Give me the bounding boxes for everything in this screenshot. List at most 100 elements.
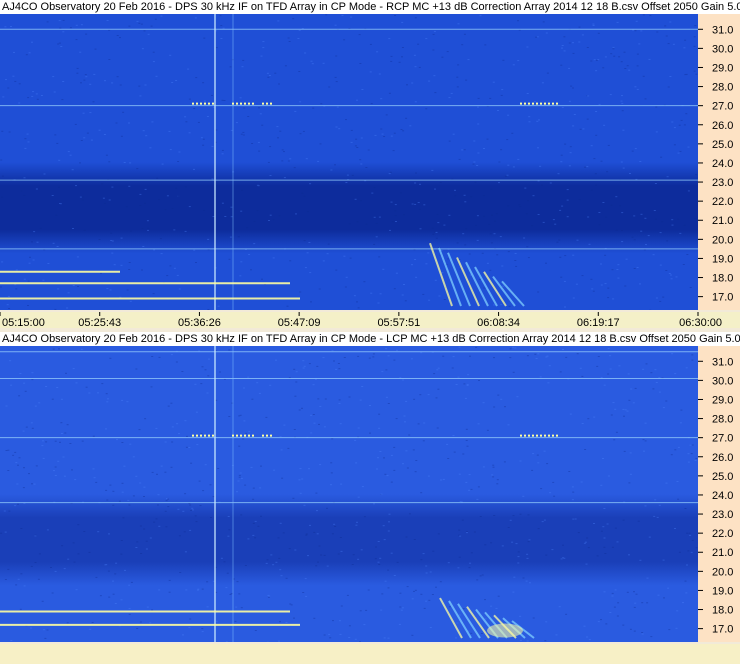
noise-pixel	[359, 641, 361, 642]
noise-pixel	[378, 564, 381, 565]
noise-pixel	[656, 516, 659, 518]
noise-pixel	[76, 67, 79, 69]
noise-pixel	[569, 146, 572, 148]
noise-pixel	[369, 432, 371, 434]
x-tick-label: 06:19:17	[577, 317, 620, 328]
noise-pixel	[437, 388, 440, 390]
noise-pixel	[107, 398, 109, 400]
noise-pixel	[312, 384, 315, 386]
noise-pixel	[624, 285, 627, 287]
noise-pixel	[120, 540, 123, 541]
noise-pixel	[363, 516, 366, 518]
noise-pixel	[125, 206, 128, 208]
noise-pixel	[234, 620, 237, 622]
noise-pixel	[30, 565, 33, 567]
noise-pixel	[411, 203, 414, 205]
noise-pixel	[410, 358, 413, 360]
noise-pixel	[519, 206, 522, 208]
noise-pixel	[339, 633, 342, 635]
noise-pixel	[334, 526, 337, 527]
noise-pixel	[274, 72, 277, 74]
noise-pixel	[581, 375, 584, 377]
noise-pixel	[85, 76, 88, 78]
noise-pixel	[653, 515, 656, 517]
noise-pixel	[613, 439, 616, 441]
noise-pixel	[39, 227, 42, 229]
noise-pixel	[302, 130, 305, 132]
noise-pixel	[376, 51, 379, 53]
noise-pixel	[568, 67, 571, 69]
noise-pixel	[653, 210, 656, 211]
noise-pixel	[604, 553, 607, 554]
noise-pixel	[201, 631, 204, 633]
noise-pixel	[88, 392, 91, 394]
noise-pixel	[596, 365, 599, 367]
noise-pixel	[335, 55, 338, 57]
noise-pixel	[0, 286, 2, 288]
noise-pixel	[595, 134, 598, 136]
noise-pixel	[685, 113, 688, 115]
noise-pixel	[109, 357, 112, 359]
noise-pixel	[687, 461, 690, 463]
noise-pixel	[43, 249, 46, 251]
noise-pixel	[590, 145, 593, 147]
noise-pixel	[76, 256, 79, 258]
noise-pixel	[452, 356, 455, 358]
noise-pixel	[316, 533, 319, 535]
noise-pixel	[153, 249, 156, 251]
noise-pixel	[106, 401, 109, 403]
noise-pixel	[388, 38, 391, 40]
noise-pixel	[545, 554, 548, 556]
noise-pixel	[495, 607, 498, 609]
noise-pixel	[387, 637, 390, 639]
noise-pixel	[645, 244, 647, 246]
noise-pixel	[578, 26, 581, 28]
noise-pixel	[112, 593, 115, 595]
noise-pixel	[617, 277, 620, 279]
spectrogram-background	[0, 346, 698, 642]
noise-pixel	[348, 637, 351, 638]
noise-pixel	[267, 594, 270, 596]
noise-pixel	[595, 59, 598, 61]
noise-pixel	[164, 441, 167, 443]
noise-pixel	[654, 499, 657, 501]
y-tick-label: 24.0	[712, 490, 733, 502]
noise-pixel	[561, 45, 564, 46]
noise-pixel	[320, 554, 323, 556]
noise-pixel	[441, 272, 444, 274]
noise-pixel	[401, 607, 404, 609]
noise-pixel	[114, 603, 117, 604]
noise-pixel	[581, 34, 584, 36]
noise-pixel	[463, 194, 466, 196]
noise-pixel	[532, 617, 535, 619]
noise-pixel	[158, 199, 161, 201]
noise-pixel	[299, 101, 302, 103]
noise-pixel	[479, 516, 482, 517]
noise-pixel	[17, 464, 19, 466]
noise-pixel	[361, 386, 364, 387]
noise-pixel	[477, 106, 479, 108]
noise-pixel	[299, 133, 302, 135]
noise-pixel	[237, 236, 240, 238]
noise-pixel	[684, 39, 687, 41]
noise-pixel	[684, 580, 687, 582]
noise-pixel	[563, 36, 566, 38]
time-axis: 05:15:00 05:25:43 05:36:26 05:47:09 05:57:51…	[0, 312, 740, 329]
noise-pixel	[417, 202, 420, 203]
noise-pixel	[66, 307, 69, 309]
noise-pixel	[385, 396, 388, 398]
noise-pixel	[294, 110, 297, 112]
noise-pixel	[606, 523, 609, 525]
noise-pixel	[4, 579, 7, 580]
noise-pixel	[283, 177, 286, 179]
noise-pixel	[280, 449, 283, 451]
noise-pixel	[265, 416, 268, 418]
y-tick-label: 22.0	[712, 528, 733, 540]
noise-pixel	[120, 237, 123, 239]
noise-pixel	[136, 20, 139, 22]
noise-pixel	[584, 449, 587, 450]
noise-pixel	[170, 354, 173, 356]
noise-pixel	[246, 227, 249, 229]
noise-pixel	[609, 355, 612, 357]
noise-pixel	[209, 484, 212, 486]
